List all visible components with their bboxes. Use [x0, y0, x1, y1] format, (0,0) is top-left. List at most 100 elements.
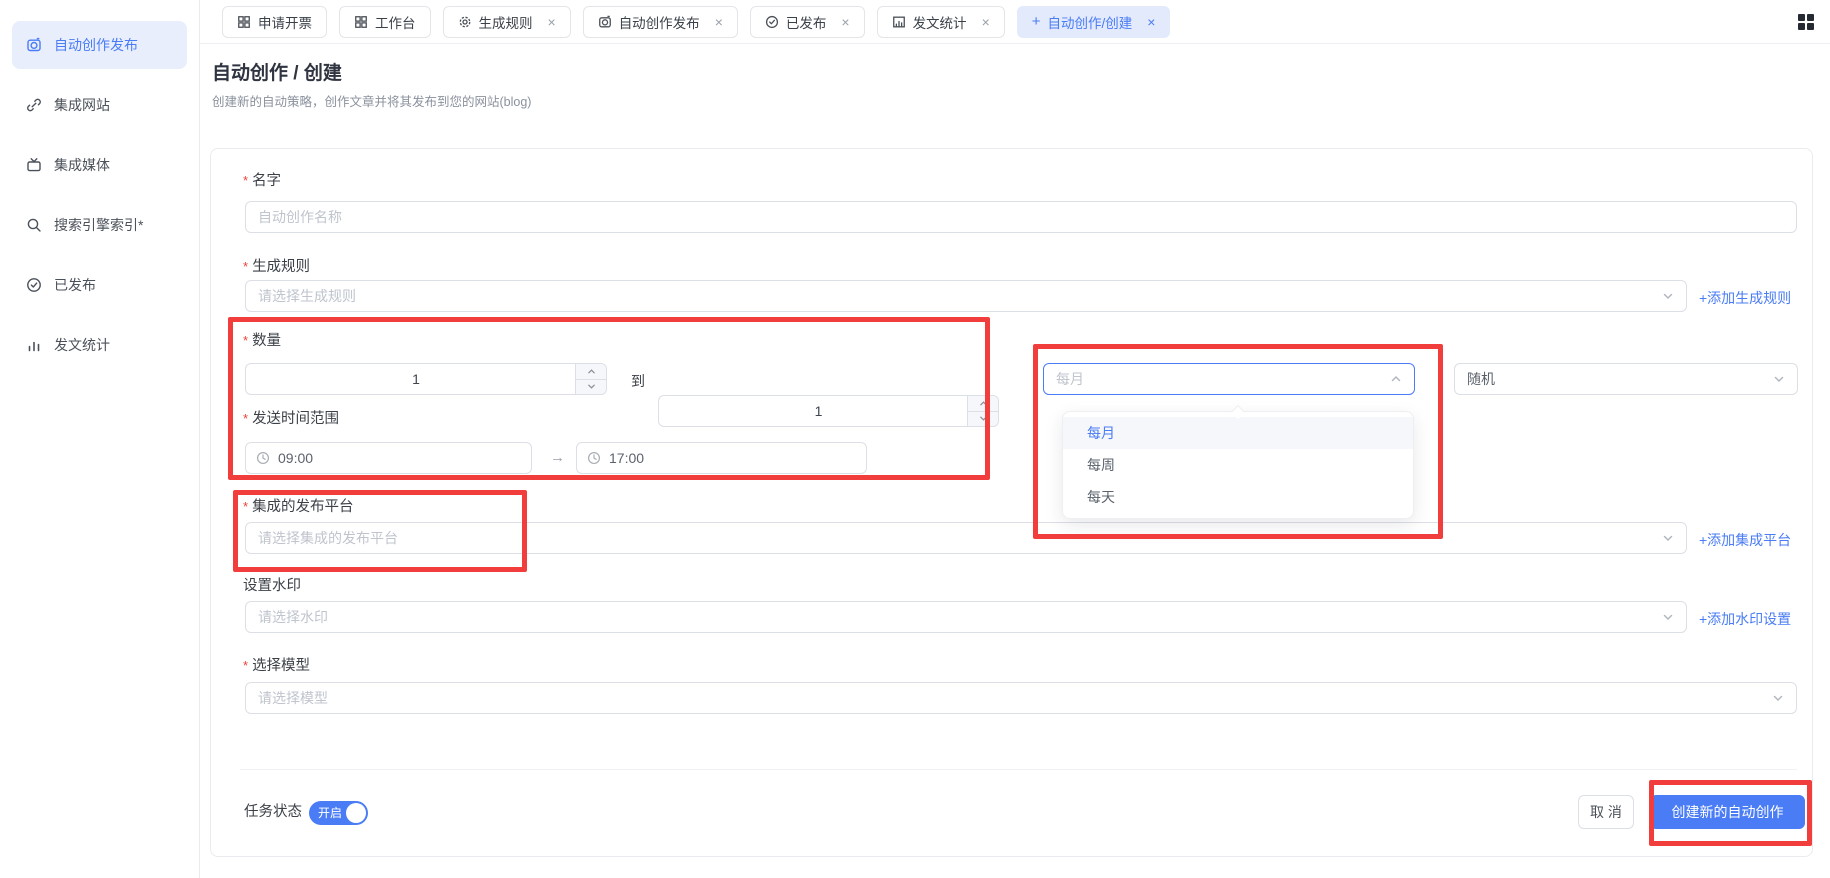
- stepper-controls: [575, 364, 606, 394]
- name-label: *名字: [243, 169, 281, 190]
- bar-chart-icon: [26, 337, 42, 353]
- link-icon: [26, 97, 42, 113]
- add-platform-link[interactable]: +添加集成平台: [1699, 530, 1791, 550]
- search-icon: [26, 217, 42, 233]
- period-option-daily[interactable]: 每天: [1063, 481, 1413, 513]
- model-label: *选择模型: [243, 654, 310, 675]
- rule-select[interactable]: 请选择生成规则: [245, 280, 1687, 312]
- sidebar-item-label: 发文统计: [54, 335, 110, 355]
- chevron-down-icon: [1662, 611, 1674, 623]
- tab-published[interactable]: 已发布 ×: [750, 6, 865, 38]
- arrow-right-icon: →: [550, 449, 565, 466]
- check-circle-icon: [765, 15, 779, 29]
- grid-icon: [237, 15, 251, 29]
- time-start-picker[interactable]: 09:00: [245, 442, 532, 474]
- sidebar-item-auto-create-publish[interactable]: 自动创作发布: [12, 21, 187, 69]
- decrease-button[interactable]: [576, 380, 606, 395]
- create-auto-creation-button[interactable]: 创建新的自动创作: [1650, 795, 1805, 829]
- grid-icon: [354, 15, 368, 29]
- chevron-up-icon: [1390, 373, 1402, 385]
- task-status-toggle[interactable]: 开启: [309, 801, 368, 825]
- decrease-button[interactable]: [968, 412, 998, 427]
- tv-icon: [26, 157, 42, 173]
- platform-label: *集成的发布平台: [243, 495, 354, 516]
- close-icon[interactable]: ×: [841, 15, 849, 29]
- mode-select[interactable]: 随机: [1454, 363, 1798, 395]
- chevron-down-icon: [1772, 692, 1784, 704]
- sidebar-item-label: 自动创作发布: [54, 35, 138, 55]
- quantity-label: *数量: [243, 329, 281, 350]
- toggle-on-label: 开启: [318, 801, 342, 825]
- sidebar-item-label: 集成媒体: [54, 155, 110, 175]
- bar-chart-icon: [892, 15, 906, 29]
- quantity-to-input[interactable]: [659, 403, 998, 419]
- apps-grid-icon[interactable]: [1798, 14, 1814, 30]
- sidebar-item-integrated-websites[interactable]: 集成网站: [12, 81, 187, 129]
- watermark-label: 设置水印: [243, 574, 301, 595]
- period-option-weekly[interactable]: 每周: [1063, 449, 1413, 481]
- sidebar-item-label: 集成网站: [54, 95, 110, 115]
- watermark-select[interactable]: 请选择水印: [245, 601, 1687, 633]
- period-dropdown: 每月 每周 每天: [1062, 411, 1414, 519]
- rule-label: *生成规则: [243, 255, 310, 276]
- tab-label: 工作台: [375, 12, 416, 32]
- sidebar-item-published[interactable]: 已发布: [12, 261, 187, 309]
- sidebar-item-integrated-media[interactable]: 集成媒体: [12, 141, 187, 189]
- tab-label: 自动创作/创建: [1048, 12, 1133, 32]
- page-subtitle: 创建新的自动策略，创作文章并将其发布到您的网站(blog): [212, 91, 531, 110]
- tab-label: 生成规则: [479, 12, 533, 32]
- sidebar: 自动创作发布 集成网站 集成媒体 搜索引擎索引* 已发布 发文统计: [0, 0, 200, 878]
- task-status-label: 任务状态: [244, 795, 302, 829]
- stepper-controls: [967, 396, 998, 426]
- aperture-icon: [598, 15, 612, 29]
- toggle-knob: [346, 803, 366, 823]
- sidebar-item-label: 搜索引擎索引*: [54, 215, 143, 235]
- tab-label: 已发布: [786, 12, 827, 32]
- tab-auto-create-publish[interactable]: 自动创作发布 ×: [583, 6, 738, 38]
- tab-post-stats[interactable]: 发文统计 ×: [877, 6, 1005, 38]
- form-card: *名字 *生成规则 请选择生成规则 +添加生成规则 *数量 到 每月 随机: [210, 148, 1813, 857]
- footer-divider: [240, 769, 1797, 770]
- cancel-button[interactable]: 取 消: [1578, 795, 1634, 829]
- quantity-from-stepper[interactable]: [245, 363, 607, 395]
- time-range-label: *发送时间范围: [243, 407, 339, 428]
- name-input-wrap: [245, 201, 1797, 233]
- quantity-to-stepper[interactable]: [658, 395, 999, 427]
- increase-button[interactable]: [576, 364, 606, 380]
- page-title: 自动创作 / 创建: [212, 58, 342, 85]
- quantity-from-input[interactable]: [246, 371, 606, 387]
- tab-label: 自动创作发布: [619, 12, 700, 32]
- tab-label: 发文统计: [913, 12, 967, 32]
- sidebar-item-search-engine-index[interactable]: 搜索引擎索引*: [12, 201, 187, 249]
- close-icon[interactable]: ×: [982, 15, 990, 29]
- add-watermark-link[interactable]: +添加水印设置: [1699, 609, 1791, 629]
- platform-select[interactable]: 请选择集成的发布平台: [245, 522, 1687, 554]
- chevron-down-icon: [1662, 290, 1674, 302]
- close-icon[interactable]: ×: [548, 15, 556, 29]
- tab-generation-rules[interactable]: 生成规则 ×: [443, 6, 571, 38]
- sidebar-item-label: 已发布: [54, 275, 96, 295]
- add-rule-link[interactable]: +添加生成规则: [1699, 288, 1791, 308]
- tab-workbench[interactable]: 工作台: [339, 6, 431, 38]
- gear-icon: [458, 15, 472, 29]
- tab-bar: 申请开票 工作台 生成规则 × 自动创作发布 × 已发布 × 发文统计 × + …: [200, 0, 1830, 44]
- tab-apply-invoice[interactable]: 申请开票: [222, 6, 327, 38]
- sidebar-item-post-stats[interactable]: 发文统计: [12, 321, 187, 369]
- chevron-down-icon: [1773, 373, 1785, 385]
- model-select[interactable]: 请选择模型: [245, 682, 1797, 714]
- aperture-icon: [26, 37, 42, 53]
- check-circle-icon: [26, 277, 42, 293]
- name-input[interactable]: [246, 209, 1796, 225]
- close-icon[interactable]: ×: [715, 15, 723, 29]
- period-option-monthly[interactable]: 每月: [1063, 417, 1413, 449]
- plus-icon: +: [1032, 13, 1041, 30]
- tab-label: 申请开票: [258, 12, 312, 32]
- increase-button[interactable]: [968, 396, 998, 412]
- clock-icon: [256, 451, 270, 465]
- clock-icon: [587, 451, 601, 465]
- time-end-picker[interactable]: 17:00: [576, 442, 867, 474]
- close-icon[interactable]: ×: [1147, 15, 1155, 29]
- period-select[interactable]: 每月: [1043, 363, 1415, 395]
- quantity-between-label: 到: [620, 371, 656, 391]
- tab-auto-create-new[interactable]: + 自动创作/创建 ×: [1017, 6, 1171, 38]
